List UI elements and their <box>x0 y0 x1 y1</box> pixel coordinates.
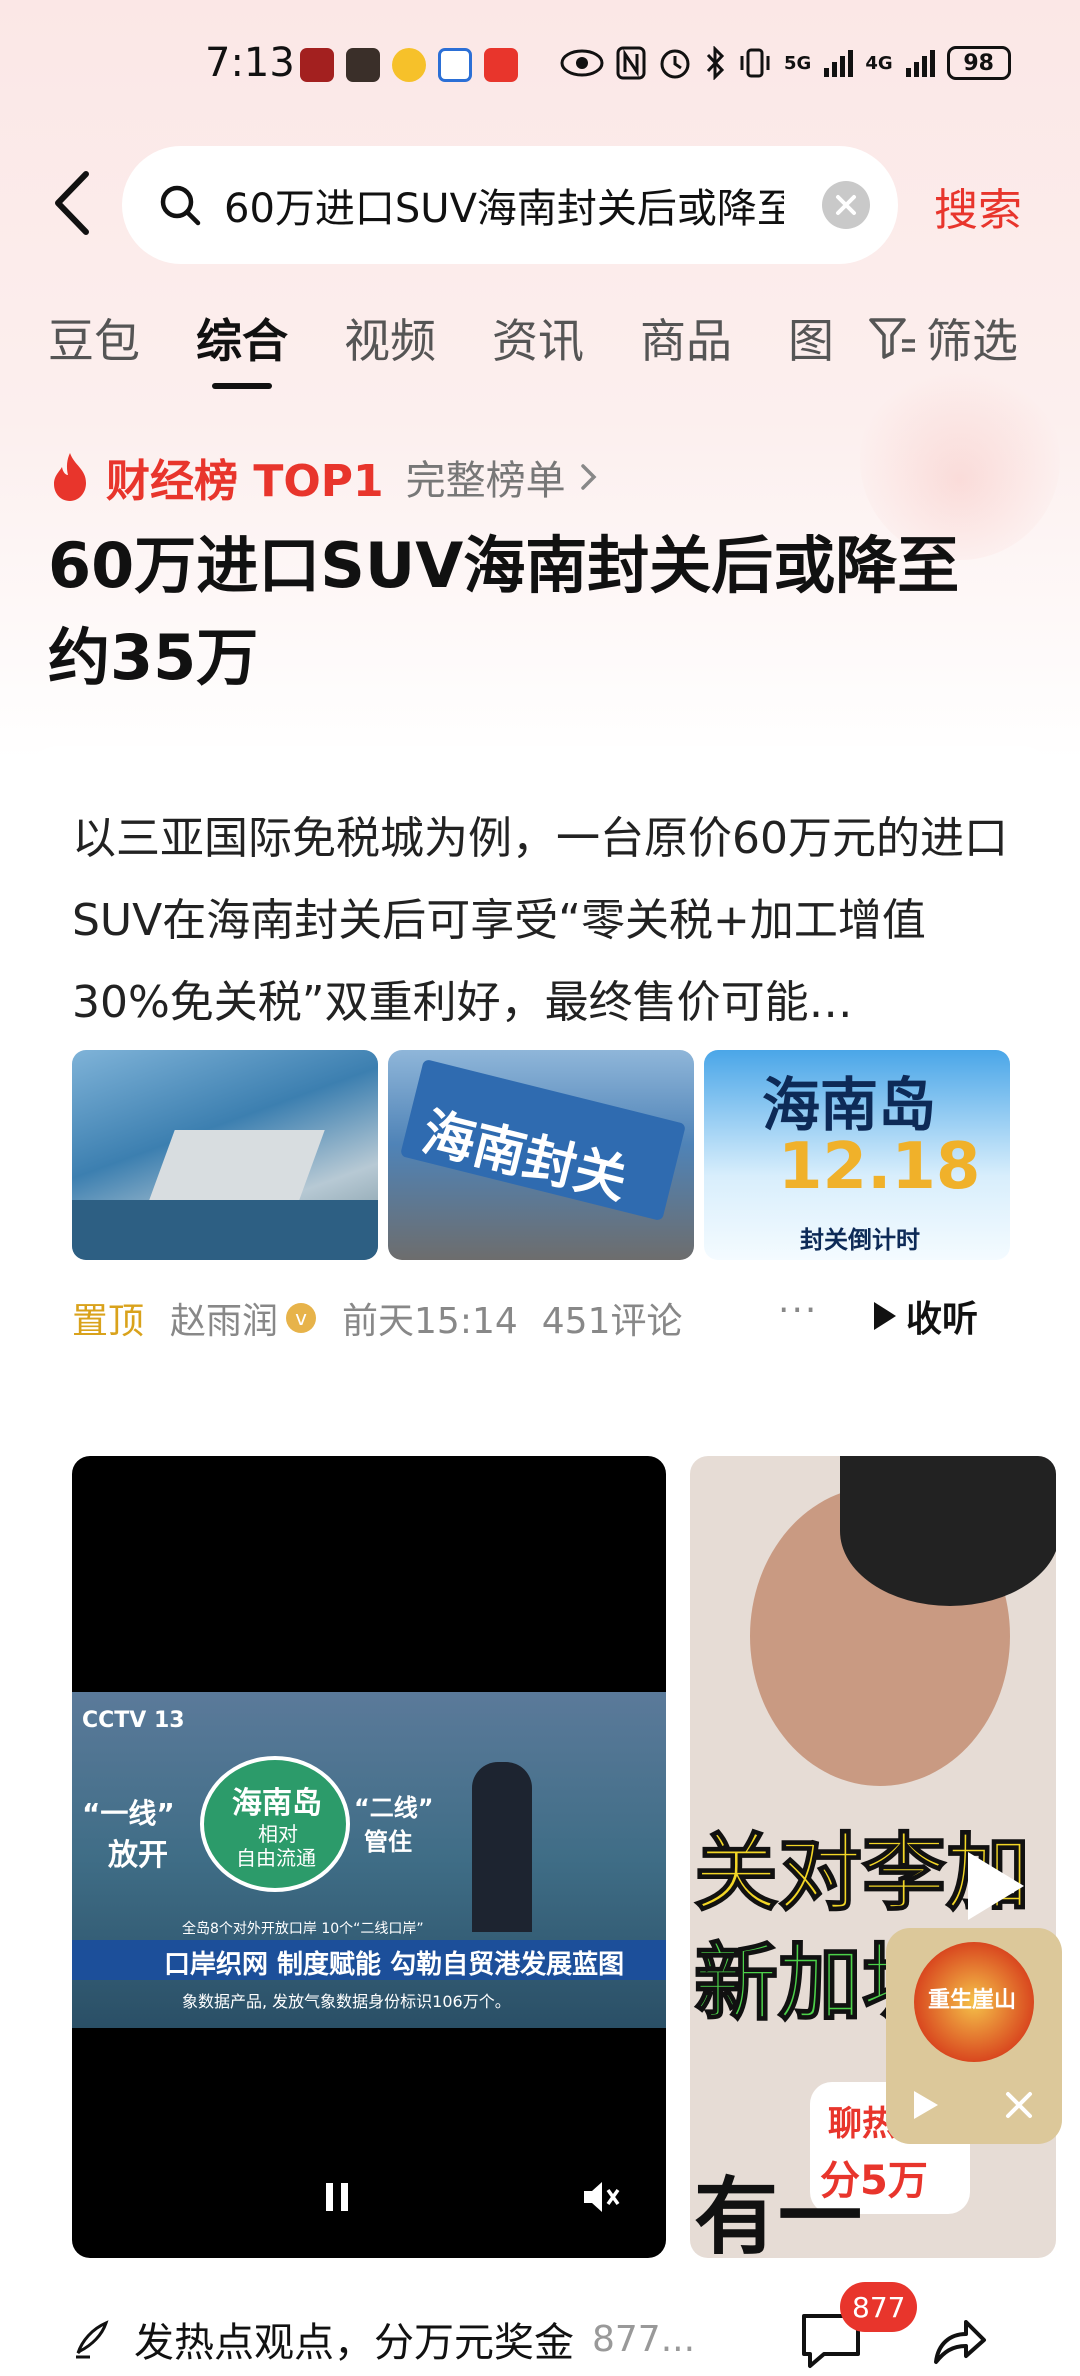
tab-comprehensive[interactable]: 综合 <box>196 305 288 385</box>
mute-icon[interactable] <box>580 2178 620 2216</box>
tag-first-line: “一线” <box>82 1797 175 1830</box>
more-options-button[interactable]: ··· <box>778 1290 818 1331</box>
anchor-figure <box>472 1762 532 1932</box>
close-icon[interactable] <box>1004 2090 1034 2120</box>
ticker-line-1: 全岛8个对外开放口岸 10个“二线口岸” <box>182 1921 424 1937</box>
app-notification-icon <box>346 48 380 82</box>
alarm-icon <box>660 49 690 79</box>
center-title: 海南岛 <box>232 1786 322 1821</box>
pause-icon[interactable] <box>322 2180 352 2214</box>
water-shape <box>72 1200 378 1260</box>
rank-header[interactable]: 财经榜 TOP1 完整榜单 <box>48 445 600 509</box>
tab-products[interactable]: 商品 <box>640 305 732 385</box>
video-card-cctv[interactable]: CCTV 13 “一线” 放开 海南岛 相对 自由流通 “二线” 管住 全岛8个… <box>72 1456 666 2258</box>
ticker-line-3: 象数据产品, 发放气象数据身份标识106万个。 <box>182 1992 511 2011</box>
play-icon[interactable] <box>910 2088 940 2122</box>
verified-icon: v <box>286 1303 317 1333</box>
nfc-icon <box>616 46 646 80</box>
tab-images[interactable]: 图 <box>788 305 834 385</box>
channel-logo: CCTV 13 <box>82 1708 185 1733</box>
pen-icon <box>76 2320 109 2359</box>
ticker-line-2: 口岸织网 制度赋能 勾勒自贸港发展蓝图 <box>164 1950 625 1980</box>
system-icons: 5G 4G 98 <box>560 46 1011 80</box>
close-icon <box>836 195 856 215</box>
back-arrow-icon[interactable] <box>48 168 96 238</box>
tag-second-line: “二线” <box>354 1794 434 1822</box>
tag-first-line-open: 放开 <box>108 1838 168 1873</box>
app-notification-icon <box>438 48 472 82</box>
status-time: 7:13 <box>205 40 295 86</box>
clear-search-button[interactable] <box>822 181 870 229</box>
chevron-right-icon <box>580 464 597 490</box>
article-meta: 置顶 赵雨润 v 前天15:14 451评论 ··· 收听 <box>72 1290 1012 1346</box>
video-frame: CCTV 13 “一线” 放开 海南岛 相对 自由流通 “二线” 管住 全岛8个… <box>72 1692 666 2028</box>
filter-icon <box>869 318 915 359</box>
tab-doubao[interactable]: 豆包 <box>48 305 140 385</box>
app-notification-icon <box>484 48 518 82</box>
video-caption-3: 有一 <box>694 2168 863 2258</box>
play-icon <box>874 1302 896 1330</box>
listen-button[interactable]: 收听 <box>874 1290 978 1342</box>
person-hair-shape <box>840 1456 1056 1606</box>
article-image-port[interactable] <box>72 1050 378 1260</box>
signal-icon <box>824 50 854 77</box>
comment-count[interactable]: 451评论 <box>542 1292 683 1344</box>
tab-news[interactable]: 资讯 <box>492 305 584 385</box>
author-name[interactable]: 赵雨润 <box>170 1292 278 1344</box>
article-image-countdown[interactable]: 海南岛 12.18 封关倒计时 <box>704 1050 1010 1260</box>
article-image-gate[interactable]: 海南封关 <box>388 1050 694 1260</box>
network-label-5g: 5G <box>784 52 812 74</box>
publish-time: 前天15:14 <box>342 1301 518 1342</box>
search-input[interactable]: 60万进口SUV海南封关后或降至约35万 <box>122 146 898 264</box>
filter-label: 筛选 <box>926 314 1018 368</box>
eye-icon <box>560 49 604 77</box>
tag-second-line-control: 管住 <box>364 1828 412 1856</box>
bluetooth-icon <box>706 46 725 80</box>
network-label-4g: 4G <box>865 52 893 74</box>
filter-button[interactable]: 筛选 <box>868 305 1018 371</box>
search-button[interactable]: 搜索 <box>934 174 1022 238</box>
pinned-tag: 置顶 <box>72 1301 145 1342</box>
comment-count-badge: 877 <box>840 2282 918 2332</box>
result-tabs: 豆包 综合 视频 资讯 商品 图 <box>48 305 834 385</box>
countdown-subtitle: 封关倒计时 <box>800 1226 920 1254</box>
rank-label: 财经榜 TOP1 <box>106 456 384 507</box>
search-icon <box>160 185 201 226</box>
terminal-building-shape <box>149 1130 325 1200</box>
play-icon[interactable] <box>960 1846 1030 1926</box>
vibrate-icon <box>740 48 770 78</box>
signal-icon <box>905 50 935 77</box>
hot-opinion-count: 877... <box>592 2318 696 2360</box>
hot-opinion-entry[interactable]: 发热点观点，分万元奖金 877... <box>72 2310 695 2368</box>
listen-label: 收听 <box>906 1299 979 1340</box>
headline[interactable]: 60万进口SUV海南封关后或降至约35万 <box>48 520 1008 704</box>
search-query-text[interactable]: 60万进口SUV海南封关后或降至约35万 <box>224 176 784 234</box>
mini-player-title: 重生崖山 <box>928 1988 1017 2013</box>
weibo-icon <box>392 48 426 82</box>
status-bar: 7:13 5G 4G 98 <box>0 40 1080 100</box>
countdown-date: 12.18 <box>778 1130 981 1204</box>
article-summary[interactable]: 以三亚国际免税城为例，一台原价60万元的进口SUV在海南封关后可享受“零关税+加… <box>72 798 1012 1044</box>
tab-video[interactable]: 视频 <box>344 305 436 385</box>
center-sub2: 自由流通 <box>236 1846 316 1870</box>
battery-indicator: 98 <box>946 46 1011 80</box>
app-notification-icon <box>300 48 334 82</box>
notification-icons <box>300 48 518 82</box>
flame-icon <box>54 453 86 501</box>
full-list-link[interactable]: 完整榜单 <box>406 448 566 506</box>
floating-mini-player[interactable]: 重生崖山 <box>886 1928 1062 2144</box>
mini-player-cover: 重生崖山 <box>914 1942 1034 2062</box>
hot-opinion-label: 发热点观点，分万元奖金 <box>134 2320 574 2366</box>
share-icon[interactable] <box>928 2310 988 2370</box>
